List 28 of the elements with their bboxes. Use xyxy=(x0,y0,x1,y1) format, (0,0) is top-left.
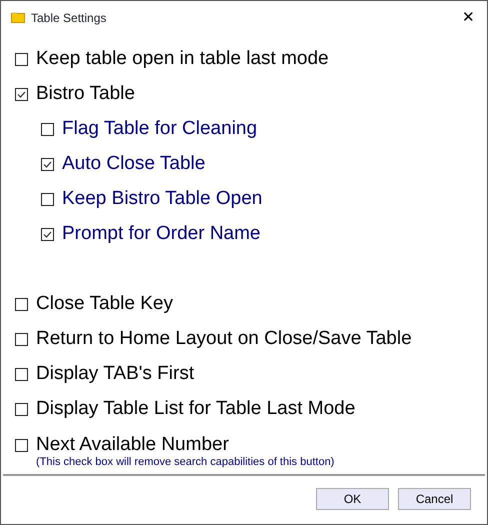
checkbox[interactable] xyxy=(15,403,28,416)
checkbox-label[interactable]: Bistro Table xyxy=(36,84,135,105)
checkbox-label[interactable]: Display Table List for Table Last Mode xyxy=(36,399,356,420)
checkbox[interactable] xyxy=(41,228,54,241)
hint-text: (This check box will remove search capabilities of this button) xyxy=(36,456,336,468)
checkbox[interactable] xyxy=(15,368,28,381)
checkbox[interactable] xyxy=(15,438,28,452)
checkbox[interactable] xyxy=(15,53,28,66)
checkbox[interactable] xyxy=(15,333,28,346)
checkbox-label[interactable]: Prompt for Order Name xyxy=(62,224,260,245)
dialog-button[interactable]: Cancel xyxy=(398,488,471,510)
checkbox[interactable] xyxy=(15,298,28,311)
checkbox-label[interactable]: Auto Close Table xyxy=(62,154,206,175)
checkbox-label[interactable]: Flag Table for Cleaning xyxy=(62,119,258,140)
checkbox-label[interactable]: Display TAB's First xyxy=(36,364,194,385)
ok-button[interactable]: OK xyxy=(316,488,389,510)
folder-icon xyxy=(11,12,25,23)
checkbox[interactable] xyxy=(41,158,54,171)
window-title: Table Settings xyxy=(31,10,106,26)
checkbox-label[interactable]: Close Table Key xyxy=(36,294,173,315)
checkbox[interactable] xyxy=(41,193,54,206)
checkbox-label[interactable]: Return to Home Layout on Close/Save Table xyxy=(36,329,412,350)
checkbox-label[interactable]: Keep table open in table last mode xyxy=(36,49,329,70)
checkbox-label[interactable]: Next Available Number xyxy=(36,435,229,456)
checkbox[interactable] xyxy=(41,123,54,136)
checkbox-label[interactable]: Keep Bistro Table Open xyxy=(62,189,262,210)
close-button[interactable]: ✕ xyxy=(458,10,479,25)
checkbox[interactable] xyxy=(15,88,28,101)
